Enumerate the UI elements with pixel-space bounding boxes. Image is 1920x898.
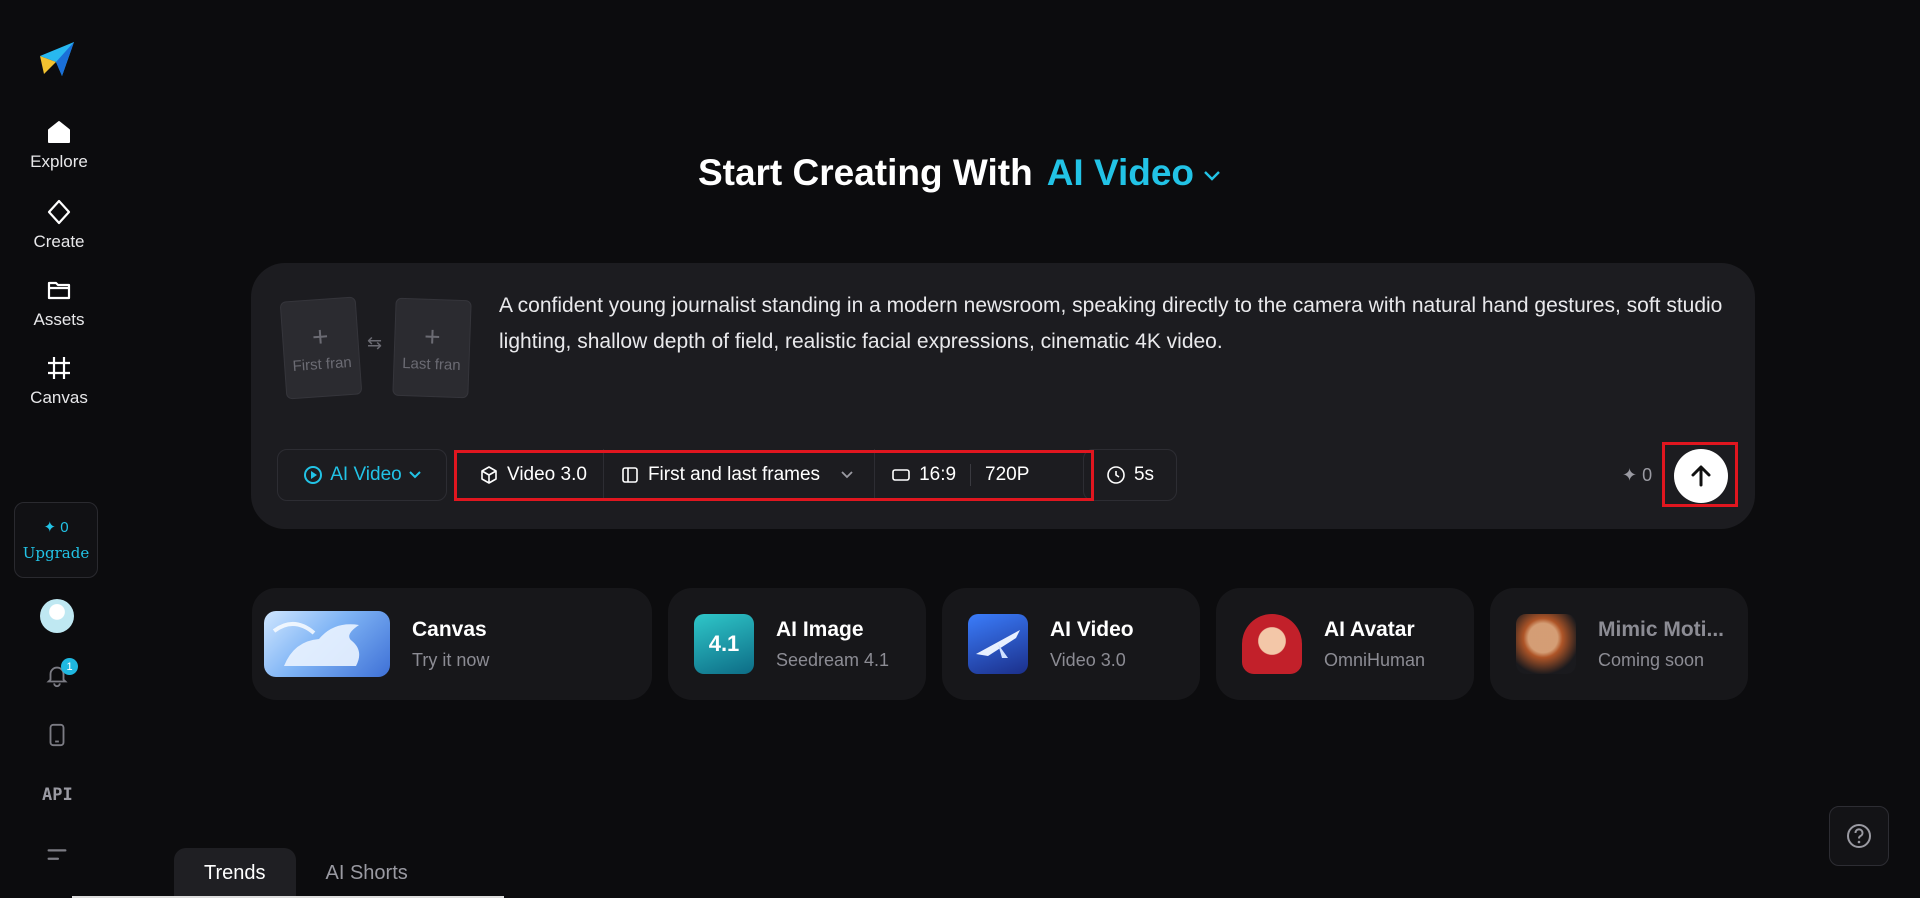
chevron-down-icon: [409, 471, 421, 479]
prompt-input[interactable]: A confident young journalist standing in…: [499, 288, 1729, 360]
tile-title: Canvas: [412, 617, 487, 641]
tile-subtitle: Video 3.0: [1050, 649, 1126, 670]
nav-item-canvas[interactable]: Canvas: [0, 354, 118, 408]
prompt-composer: + First fran ⇆ + Last fran A confident y…: [251, 263, 1755, 529]
canvas-frame-icon: [48, 357, 70, 379]
upgrade-credits: ✦ 0: [43, 519, 69, 536]
folder-icon: [47, 281, 71, 300]
mimic-motion-thumbnail: [1516, 614, 1576, 674]
mode-dropdown-label[interactable]: AI Video: [1047, 152, 1194, 194]
nav-label-assets: Assets: [33, 310, 85, 329]
highlight-box-generate: [1662, 442, 1738, 507]
content-tabs: Trends AI Shorts: [174, 848, 438, 898]
tile-subtitle: Seedream 4.1: [776, 649, 890, 670]
tab-trends[interactable]: Trends: [174, 848, 296, 898]
first-frame-label: First fran: [292, 353, 353, 375]
tile-title: AI Video: [1050, 617, 1134, 641]
tile-title: Mimic Moti...: [1598, 617, 1724, 641]
question-icon: [1847, 824, 1871, 848]
plus-icon: +: [310, 319, 330, 353]
duration-label: 5s: [1133, 464, 1155, 485]
nav-item-assets[interactable]: Assets: [0, 276, 118, 330]
highlight-box-settings: [454, 450, 1094, 501]
nav-label-create: Create: [33, 232, 85, 251]
nav-label-canvas: Canvas: [30, 388, 88, 407]
menu-icon[interactable]: [42, 840, 72, 870]
upgrade-label: Upgrade: [22, 544, 90, 562]
last-frame-label: Last fran: [401, 354, 461, 374]
upgrade-button[interactable]: ✦ 0 Upgrade: [14, 502, 98, 578]
credit-cost: ✦ 0: [1622, 465, 1653, 485]
sidebar: Explore Create Assets Canvas ✦ 0 Upgrade…: [0, 0, 118, 898]
last-frame-upload[interactable]: + Last fran: [392, 297, 472, 399]
avatar[interactable]: [40, 599, 74, 633]
tile-subtitle: Try it now: [412, 649, 490, 670]
feature-tile-canvas[interactable]: Canvas Try it now: [252, 588, 652, 700]
api-link[interactable]: API: [42, 785, 73, 805]
tile-subtitle: Coming soon: [1598, 649, 1705, 670]
pegasus-thumbnail: [264, 611, 390, 677]
mode-selector[interactable]: AI Video: [277, 449, 447, 501]
ai-video-thumbnail: [968, 614, 1028, 674]
diamond-icon: [47, 199, 71, 225]
clock-icon: [1107, 466, 1125, 484]
page-title-prefix: Start Creating With: [697, 152, 1033, 193]
feature-tile-ai-image[interactable]: 4.1 AI Image Seedream 4.1: [668, 588, 926, 700]
feature-tile-ai-video[interactable]: AI Video Video 3.0: [942, 588, 1200, 700]
help-button[interactable]: [1829, 806, 1889, 866]
mode-selector-label: AI Video: [330, 464, 402, 485]
feature-tile-ai-avatar[interactable]: AI Avatar OmniHuman: [1216, 588, 1474, 700]
nav-item-create[interactable]: Create: [0, 198, 118, 252]
feature-tile-mimic-motion[interactable]: Mimic Moti... Coming soon: [1490, 588, 1748, 700]
tab-ai-shorts[interactable]: AI Shorts: [296, 848, 438, 898]
ai-video-icon: [304, 466, 323, 484]
home-icon: [48, 121, 70, 143]
notification-badge: 1: [61, 658, 78, 675]
plus-icon: +: [423, 320, 442, 352]
mobile-icon[interactable]: [42, 720, 72, 750]
chevron-down-icon[interactable]: [1202, 169, 1222, 183]
first-frame-upload[interactable]: + First fran: [279, 296, 363, 400]
app-logo[interactable]: [36, 38, 78, 80]
duration-selector[interactable]: 5s: [1083, 449, 1177, 501]
tile-title: AI Image: [776, 617, 864, 641]
seedream-thumbnail: 4.1: [694, 614, 754, 674]
page-title: Start Creating With AI Video: [0, 152, 1920, 194]
swap-icon[interactable]: ⇆: [367, 333, 382, 354]
tile-title: AI Avatar: [1324, 617, 1415, 641]
tile-subtitle: OmniHuman: [1324, 649, 1426, 670]
avatar-thumbnail: [1242, 614, 1302, 674]
